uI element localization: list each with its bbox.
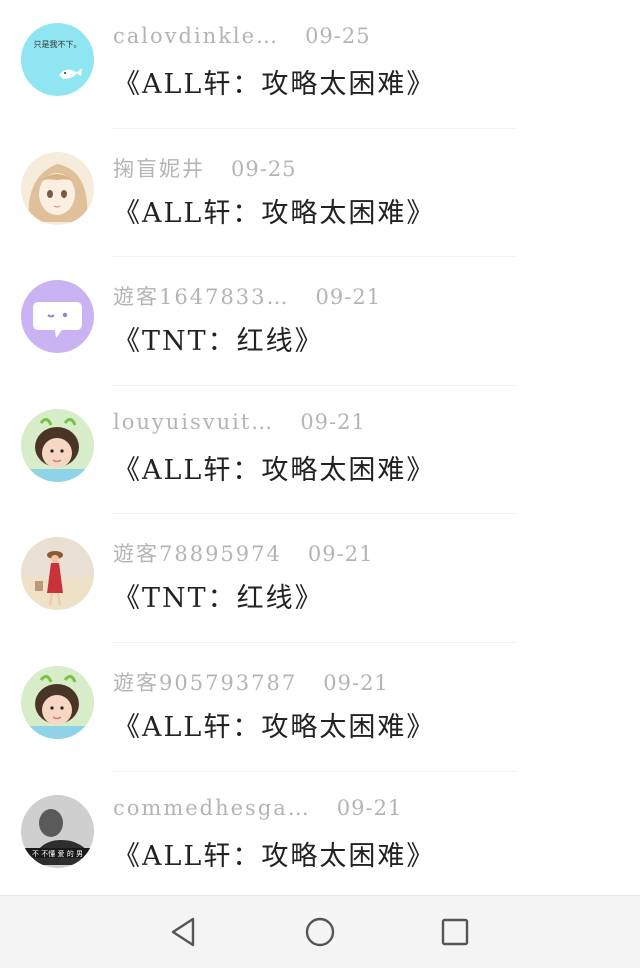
comment-meta: 遊客905793787 09-21 <box>113 667 389 695</box>
comment-meta: 掬盲妮井 09-25 <box>113 153 297 181</box>
back-triangle-icon <box>171 917 195 947</box>
android-navigation-bar <box>0 895 640 968</box>
comment-meta: commedhesga… 09-21 <box>113 796 402 824</box>
comment-meta: louyuisvuit… 09-21 <box>113 410 366 438</box>
home-circle-icon <box>305 917 335 947</box>
list-item[interactable]: 不 不懂 爱 的 男 commedhesga… 09-21 《ALL轩：攻略太困难… <box>0 772 640 901</box>
list-item[interactable]: 掬盲妮井 09-25 《ALL轩：攻略太困难》 <box>0 129 640 258</box>
avatar[interactable] <box>21 537 94 611</box>
comment-list: 只是我不下。 calovdinkle… 09-25 《ALL轩：攻略太困难》 掬… <box>0 0 640 900</box>
comment-date: 09-21 <box>323 670 389 695</box>
comment-title[interactable]: 《ALL轩：攻略太困难》 <box>113 834 435 873</box>
comment-meta: calovdinkle… 09-25 <box>113 24 371 52</box>
comment-date: 09-21 <box>300 409 366 434</box>
child-photo-avatar-icon <box>21 408 94 482</box>
recents-button[interactable] <box>437 914 473 950</box>
username[interactable]: commedhesga… <box>113 796 311 820</box>
username[interactable]: 掬盲妮井 <box>113 157 205 181</box>
comment-title[interactable]: 《TNT：红线》 <box>113 576 324 615</box>
username[interactable]: calovdinkle… <box>113 24 279 48</box>
avatar[interactable] <box>21 151 94 225</box>
beach-photo-avatar-icon <box>21 537 94 611</box>
comment-title[interactable]: 《ALL轩：攻略太困难》 <box>113 705 435 744</box>
list-item[interactable]: 遊客78895974 09-21 《TNT：红线》 <box>0 514 640 643</box>
back-button[interactable] <box>165 914 201 950</box>
avatar[interactable]: 只是我不下。 <box>21 23 94 96</box>
anime-girl-avatar-icon <box>21 151 94 225</box>
home-button[interactable] <box>302 914 338 950</box>
comment-title[interactable]: 《ALL轩：攻略太困难》 <box>113 62 435 101</box>
list-item[interactable]: 遊客905793787 09-21 《ALL轩：攻略太困难》 <box>0 643 640 772</box>
recents-square-icon <box>441 918 469 946</box>
comment-meta: 遊客78895974 09-21 <box>113 538 373 566</box>
avatar-caption: 只是我不下。 <box>34 39 82 49</box>
avatar-caption: 不 不懂 爱 的 男 <box>32 849 83 858</box>
avatar[interactable] <box>21 665 94 739</box>
list-item[interactable]: 只是我不下。 calovdinkle… 09-25 《ALL轩：攻略太困难》 <box>0 0 640 129</box>
bw-photo-avatar-icon: 不 不懂 爱 的 男 <box>21 794 94 868</box>
comment-date: 09-21 <box>307 542 374 567</box>
comment-title[interactable]: 《TNT：红线》 <box>113 319 324 358</box>
list-item[interactable]: louyuisvuit… 09-21 《ALL轩：攻略太困难》 <box>0 386 640 515</box>
comment-title[interactable]: 《ALL轩：攻略太困难》 <box>113 448 435 487</box>
avatar[interactable]: 不 不懂 爱 的 男 <box>21 794 94 868</box>
list-item[interactable]: 遊客1647833… 09-21 《TNT：红线》 <box>0 257 640 386</box>
comment-title[interactable]: 《ALL轩：攻略太困难》 <box>113 191 435 230</box>
whale-avatar-icon: 只是我不下。 <box>21 23 94 96</box>
comment-meta: 遊客1647833… 09-21 <box>113 281 381 309</box>
child-photo-avatar-icon <box>21 665 94 739</box>
avatar[interactable] <box>21 408 94 482</box>
comment-date: 09-25 <box>305 24 371 48</box>
username[interactable]: louyuisvuit… <box>113 410 274 434</box>
username[interactable]: 遊客1647833… <box>113 285 290 309</box>
comment-date: 09-21 <box>315 285 382 310</box>
comment-date: 09-25 <box>231 156 297 181</box>
username[interactable]: 遊客78895974 <box>113 542 282 566</box>
username[interactable]: 遊客905793787 <box>113 671 297 695</box>
avatar[interactable] <box>21 280 94 354</box>
comment-date: 09-21 <box>336 795 403 820</box>
chat-bubble-avatar-icon <box>21 280 94 354</box>
